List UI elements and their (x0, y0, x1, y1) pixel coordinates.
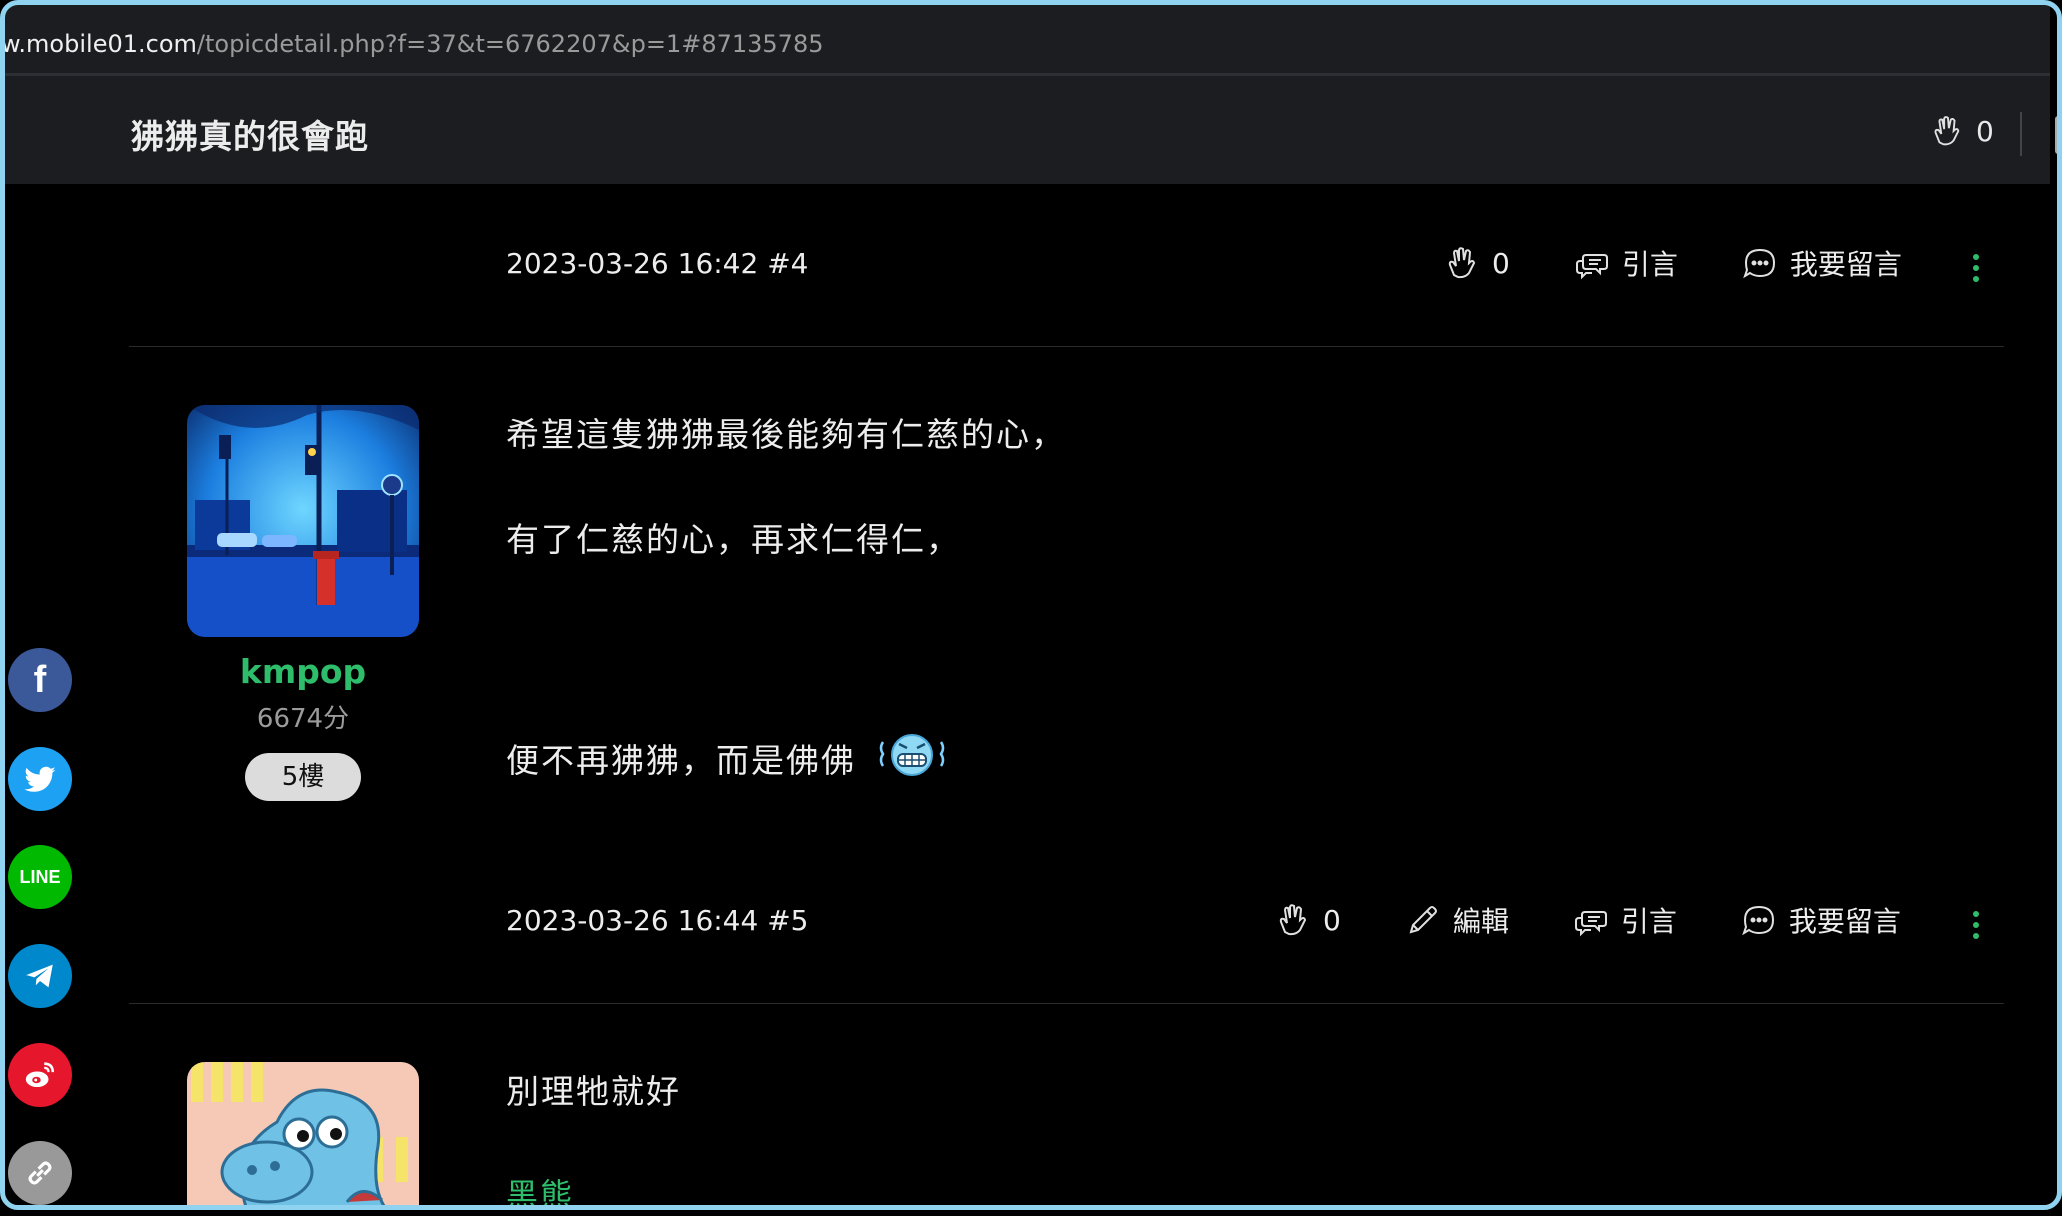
quote-button[interactable]: 引言 (1573, 900, 1677, 940)
like-count: 0 (1323, 903, 1341, 937)
quote-label: 引言 (1620, 905, 1677, 938)
edit-label: 編輯 (1452, 905, 1509, 938)
post-body-line: 有了仁慈的心，再求仁得仁， (506, 520, 961, 559)
quote-icon (1574, 911, 1607, 937)
post-body: 別理牠就好 (506, 1072, 681, 1111)
comment-button[interactable]: 我要留言 (1742, 243, 1902, 283)
comment-label: 我要留言 (1789, 248, 1902, 281)
comment-icon (1743, 248, 1775, 279)
topic-like-count: 0 (1976, 114, 1994, 148)
telegram-share-button[interactable] (8, 944, 72, 1008)
avatar-image (187, 1062, 419, 1210)
signature-link[interactable]: 黑熊 (506, 1170, 574, 1216)
topic-header: 狒狒真的很會跑 0 (5, 76, 2062, 184)
edit-button[interactable]: 編輯 (1405, 900, 1509, 940)
post-timestamp: 2023-03-26 16:42 #4 (506, 247, 809, 280)
more-options-icon[interactable] (1973, 911, 1981, 944)
comment-button[interactable]: 我要留言 (1741, 900, 1901, 940)
floor-badge: 5樓 (245, 753, 361, 801)
weibo-icon (25, 1062, 55, 1088)
like-button[interactable]: 0 (1444, 245, 1510, 281)
post-timestamp: 2023-03-26 16:44 #5 (506, 904, 809, 937)
pencil-icon (1409, 906, 1437, 934)
url-text: w.mobile01.com/topicdetail.php?f=37&t=67… (5, 30, 824, 58)
avatar[interactable] (187, 1062, 419, 1210)
twitter-share-button[interactable] (8, 747, 72, 811)
quote-icon (1575, 254, 1608, 280)
post-divider (129, 1003, 2004, 1004)
facebook-icon: f (33, 658, 47, 701)
clap-icon (1448, 247, 1476, 279)
twitter-icon (24, 766, 56, 792)
comment-icon (1742, 905, 1774, 936)
avatar-image (187, 405, 419, 637)
post-body-line: 希望這隻狒狒最後能夠有仁慈的心， (506, 415, 1066, 454)
more-options-icon[interactable] (1973, 254, 1981, 287)
user-score: 6674分 (256, 704, 350, 734)
like-count: 0 (1492, 246, 1510, 280)
address-bar[interactable]: w.mobile01.com/topicdetail.php?f=37&t=67… (5, 5, 2050, 76)
weibo-share-button[interactable] (8, 1043, 72, 1107)
copy-link-button[interactable] (8, 1141, 72, 1205)
clap-icon (1934, 116, 1960, 146)
username-link[interactable]: kmpop (187, 652, 419, 691)
avatar[interactable] (187, 405, 419, 637)
comment-label: 我要留言 (1788, 905, 1901, 938)
quote-button[interactable]: 引言 (1574, 243, 1678, 283)
link-icon (28, 1161, 52, 1185)
topic-like-button[interactable]: 0 (1930, 114, 1994, 148)
clap-icon (1279, 904, 1307, 936)
header-divider (2020, 112, 2022, 156)
line-share-button[interactable]: LINE (8, 845, 72, 909)
line-icon: LINE (19, 866, 61, 887)
post-actions: 0 編輯 引言 我要留言 (1275, 900, 1901, 940)
grimacing-cold-face-icon (879, 734, 944, 776)
facebook-share-button[interactable]: f (8, 648, 72, 712)
quote-label: 引言 (1621, 248, 1678, 281)
post-body-line: 便不再狒狒，而是佛佛 (506, 730, 947, 782)
like-button[interactable]: 0 (1275, 902, 1341, 938)
bookmark-icon[interactable] (2055, 116, 2062, 154)
telegram-icon (25, 964, 53, 988)
topic-title: 狒狒真的很會跑 (131, 117, 369, 156)
post-divider (129, 346, 2004, 347)
post-actions: 0 引言 我要留言 (1444, 243, 1902, 283)
